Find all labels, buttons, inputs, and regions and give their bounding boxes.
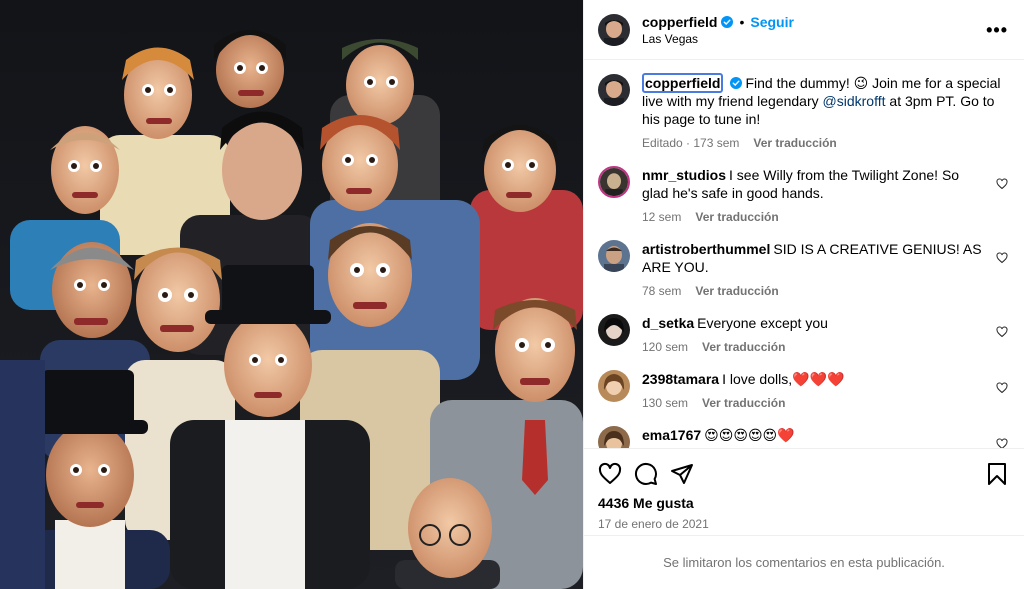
author-avatar[interactable]	[598, 13, 630, 46]
comment-time: 130 sem	[642, 396, 689, 410]
caption-edited-time: Editado · 173 sem	[642, 136, 740, 150]
comment-translate-button[interactable]: Ver traducción	[702, 396, 785, 410]
user-avatar-icon	[598, 240, 630, 272]
comment-time: 12 sem	[642, 210, 682, 224]
share-icon[interactable]	[670, 462, 694, 486]
user-avatar-icon	[598, 314, 630, 346]
comment-avatar[interactable]	[598, 426, 630, 448]
user-avatar-icon	[598, 74, 630, 106]
post-location[interactable]: Las Vegas	[642, 32, 794, 46]
comment-time: 78 sem	[642, 284, 682, 298]
ventriloquist-dummies-image	[0, 0, 583, 589]
post-date[interactable]: 17 de enero de 2021	[598, 517, 1008, 531]
like-comment-heart-icon[interactable]	[996, 326, 1008, 338]
heart-icon[interactable]	[598, 462, 622, 486]
comment-item: nmr_studios I see Willy from the Twilight…	[598, 166, 1008, 224]
instagram-post-view: copperfield • Seguir Las Vegas ••• coppe…	[0, 0, 1024, 589]
comment-translate-button[interactable]: Ver traducción	[695, 284, 778, 298]
caption-mention-link[interactable]: @sidkrofft	[823, 93, 886, 109]
caption-avatar[interactable]	[598, 74, 630, 106]
comment-username[interactable]: d_setka	[642, 315, 694, 331]
caption-username[interactable]: copperfield	[642, 73, 724, 93]
bookmark-icon[interactable]	[986, 462, 1008, 486]
caption-text: copperfield Find the dummy! 😉 Join me for…	[642, 73, 1004, 128]
comment-avatar[interactable]	[598, 240, 630, 272]
comment-avatar[interactable]	[598, 314, 630, 346]
comment-username[interactable]: ema1767	[642, 427, 701, 443]
comment-icon[interactable]	[634, 462, 658, 486]
comment-translate-button[interactable]: Ver traducción	[702, 340, 785, 354]
post-photo[interactable]	[0, 0, 583, 589]
comment-username[interactable]: 2398tamara	[642, 371, 719, 387]
separator-dot: •	[739, 13, 745, 30]
comment-avatar[interactable]	[598, 166, 630, 198]
post-header: copperfield • Seguir Las Vegas •••	[584, 0, 1024, 60]
verified-badge-icon	[721, 15, 734, 28]
like-comment-heart-icon[interactable]	[996, 382, 1008, 394]
post-side-panel: copperfield • Seguir Las Vegas ••• coppe…	[583, 0, 1024, 589]
like-comment-heart-icon[interactable]	[996, 178, 1008, 190]
follow-button[interactable]: Seguir	[750, 14, 794, 30]
user-avatar-icon	[600, 168, 628, 196]
comment-text: Everyone except you	[697, 315, 828, 331]
likes-count[interactable]: 4436 Me gusta	[598, 495, 1008, 511]
caption-translate-button[interactable]: Ver traducción	[753, 136, 836, 150]
like-comment-heart-icon[interactable]	[996, 438, 1008, 448]
comment-username[interactable]: artistroberthummel	[642, 241, 770, 257]
comment-time: 120 sem	[642, 340, 689, 354]
user-avatar-icon	[598, 13, 630, 46]
more-options-icon[interactable]: •••	[986, 20, 1008, 41]
comment-avatar[interactable]	[598, 370, 630, 402]
comment-text: I love dolls,❤️❤️❤️	[722, 371, 845, 387]
comment-text: 😍😍😍😍😍❤️	[704, 427, 795, 443]
verified-badge-icon	[730, 77, 743, 89]
comment-item: 2398tamara I love dolls,❤️❤️❤️ 130 sem Ve…	[598, 370, 1008, 410]
comment-item: ema1767 😍😍😍😍😍❤️	[598, 426, 1008, 448]
comment-item: artistroberthummel SID IS A CREATIVE GENI…	[598, 240, 1008, 298]
comments-list[interactable]: copperfield Find the dummy! 😉 Join me for…	[584, 60, 1024, 448]
author-username[interactable]: copperfield	[642, 14, 717, 30]
post-actions: 4436 Me gusta 17 de enero de 2021	[584, 448, 1024, 535]
user-avatar-icon	[598, 370, 630, 402]
user-avatar-icon	[598, 426, 630, 448]
comments-limited-notice: Se limitaron los comentarios en esta pub…	[584, 535, 1024, 589]
comment-translate-button[interactable]: Ver traducción	[695, 210, 778, 224]
caption: copperfield Find the dummy! 😉 Join me for…	[598, 73, 1008, 150]
like-comment-heart-icon[interactable]	[996, 252, 1008, 264]
comment-username[interactable]: nmr_studios	[642, 167, 726, 183]
comment-item: d_setka Everyone except you 120 sem Ver t…	[598, 314, 1008, 354]
